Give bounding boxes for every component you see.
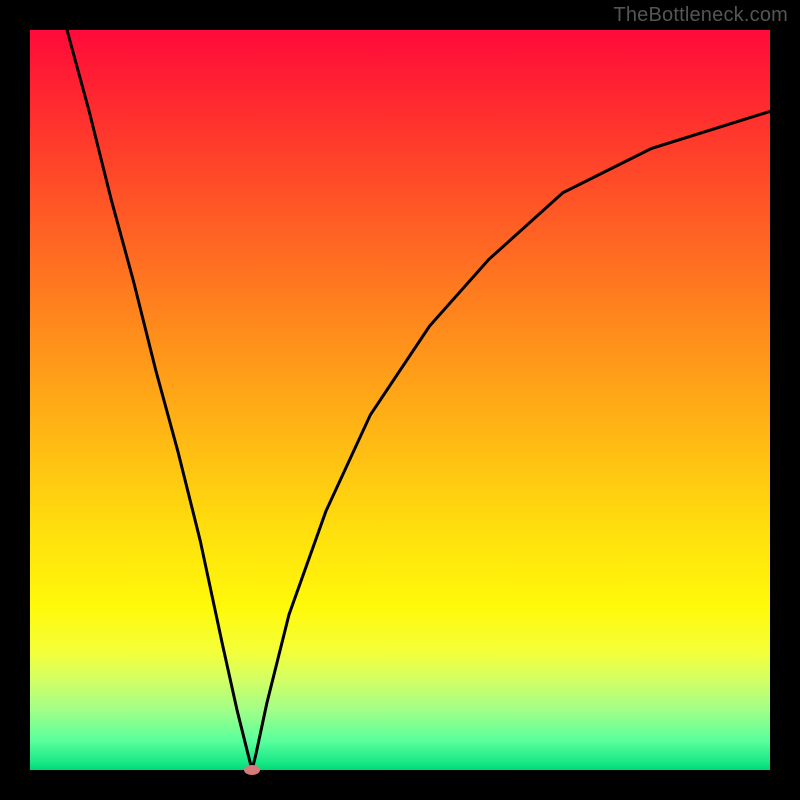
watermark-text: TheBottleneck.com [613, 4, 788, 27]
chart-curve [67, 30, 770, 770]
chart-curve-svg [30, 30, 770, 770]
chart-minimum-marker [244, 765, 260, 775]
